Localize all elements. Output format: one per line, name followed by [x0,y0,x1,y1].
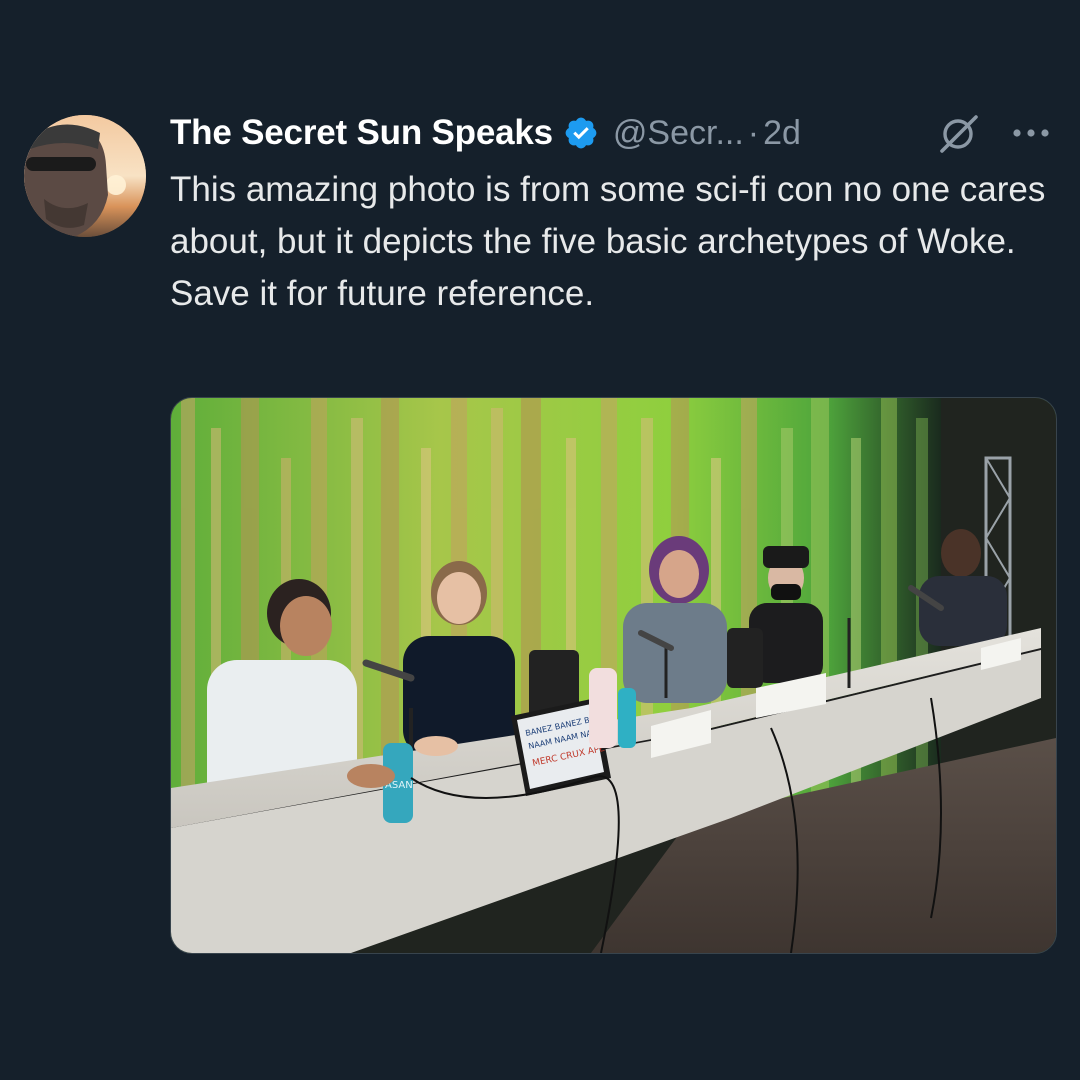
author-handle[interactable]: @Secr... [613,114,744,153]
panel-photo-illustration: BANEZ BANEZ BANE NAAM NAAM NAAI MERC CRU… [171,398,1056,953]
verified-badge-icon [563,115,599,151]
tweet-text: This amazing photo is from some sci-fi c… [170,164,1050,320]
more-options-icon[interactable] [1008,115,1054,151]
tweet-text-line-1: This amazing photo is from some sci-fi c… [170,170,1046,261]
avatar-image [24,115,146,237]
tweet-photo[interactable]: BANEZ BANEZ BANE NAAM NAAM NAAI MERC CRU… [170,397,1057,954]
avatar[interactable] [24,115,146,237]
grok-icon[interactable] [936,113,982,153]
header-separator: · [747,113,760,152]
tweet-timestamp[interactable]: 2d [763,114,801,153]
author-name[interactable]: The Secret Sun Speaks [170,113,553,153]
tweet-text-line-2: Save it for future reference. [170,274,595,313]
tweet-header: The Secret Sun Speaks @Secr... · 2d [170,110,801,156]
tweet-screenshot: The Secret Sun Speaks @Secr... · 2d This… [0,0,1080,1080]
